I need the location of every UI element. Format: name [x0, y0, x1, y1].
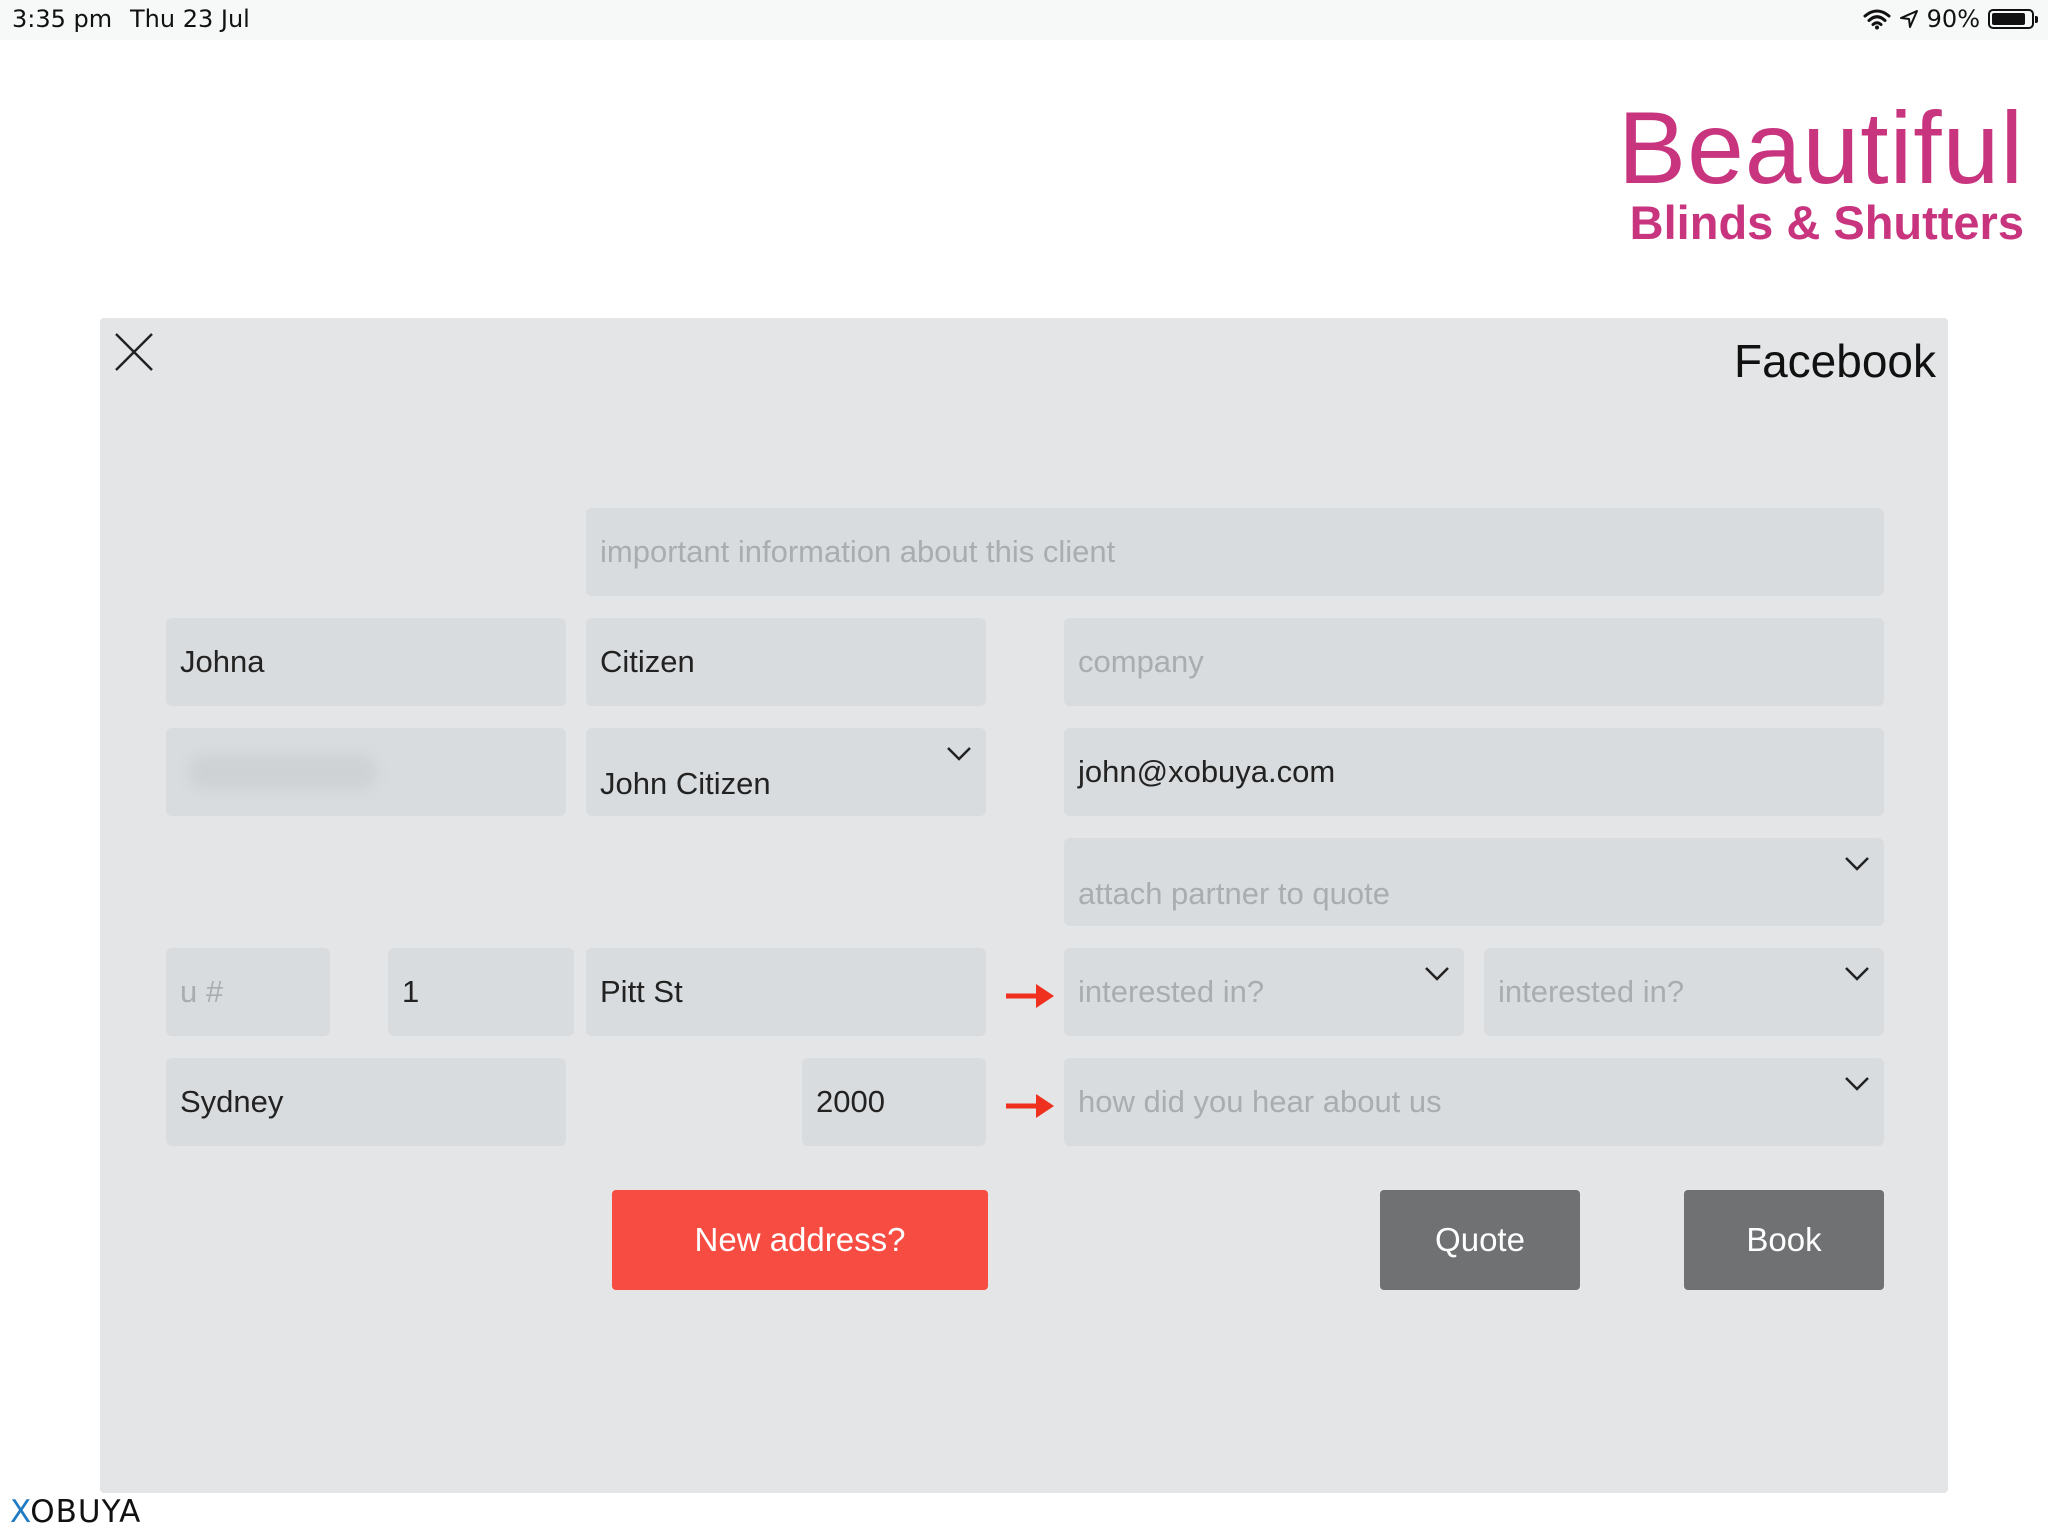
red-arrow-icon: [1006, 1094, 1054, 1118]
contact-name-value: John Citizen: [600, 766, 771, 801]
status-right: 90%: [1863, 5, 2038, 33]
street-name-value: Pitt St: [600, 974, 683, 1009]
footer-brand-x: X: [10, 1494, 31, 1530]
battery-icon: [1988, 9, 2038, 29]
wifi-icon: [1863, 9, 1891, 30]
footer-brand: XOBUYA: [10, 1494, 141, 1530]
location-arrow-icon: [1899, 10, 1918, 28]
last-name-value: Citizen: [600, 644, 695, 679]
attach-partner-placeholder: attach partner to quote: [1078, 876, 1390, 911]
suburb-field[interactable]: Sydney: [166, 1058, 566, 1146]
client-notes-field[interactable]: [586, 508, 1884, 596]
status-time: 3:35 pm: [12, 5, 113, 33]
street-name-field[interactable]: Pitt St: [586, 948, 986, 1036]
brand-logo: Beautiful Blinds & Shutters: [1618, 91, 2024, 250]
status-date: Thu 23 Jul: [130, 5, 250, 33]
close-button[interactable]: [112, 330, 156, 374]
chevron-down-icon: [1845, 1077, 1869, 1091]
lead-source-label: Facebook: [1733, 335, 1936, 387]
footer-brand-rest: OBUYA: [30, 1494, 142, 1530]
company-input[interactable]: [1078, 644, 1870, 680]
interested-in-select-2[interactable]: interested in?: [1484, 948, 1884, 1036]
unit-number-input[interactable]: [180, 974, 316, 1010]
book-button[interactable]: Book: [1684, 1190, 1884, 1290]
first-name-field[interactable]: Johna: [166, 618, 566, 706]
chevron-down-icon: [1425, 967, 1449, 981]
red-arrow-icon: [1006, 984, 1054, 1008]
suburb-value: Sydney: [180, 1084, 284, 1119]
chevron-down-icon: [1845, 857, 1869, 871]
how-did-you-hear-placeholder: how did you hear about us: [1078, 1084, 1442, 1119]
last-name-field[interactable]: Citizen: [586, 618, 986, 706]
unit-number-field[interactable]: [166, 948, 330, 1036]
brand-logo-line2: Blinds & Shutters: [1629, 196, 2024, 249]
postcode-field[interactable]: 2000: [802, 1058, 986, 1146]
interested-in-placeholder-2: interested in?: [1498, 974, 1685, 1009]
email-field[interactable]: john@xobuya.com: [1064, 728, 1884, 816]
interested-in-placeholder-1: interested in?: [1078, 974, 1265, 1009]
email-value: john@xobuya.com: [1078, 754, 1336, 789]
interested-in-select-1[interactable]: interested in?: [1064, 948, 1464, 1036]
postcode-value: 2000: [816, 1084, 885, 1119]
phone-redacted-value: [188, 754, 378, 790]
phone-field[interactable]: [166, 728, 566, 816]
status-bar: 3:35 pm Thu 23 Jul 90%: [0, 0, 2048, 40]
new-address-button[interactable]: New address?: [612, 1190, 988, 1290]
chevron-down-icon: [1845, 967, 1869, 981]
how-did-you-hear-select[interactable]: how did you hear about us: [1064, 1058, 1884, 1146]
street-number-field[interactable]: 1: [388, 948, 574, 1036]
client-form-panel: Facebook Johna Citizen John Citizen john…: [100, 318, 1948, 1493]
close-icon: [115, 333, 153, 371]
company-field[interactable]: [1064, 618, 1884, 706]
chevron-down-icon: [947, 747, 971, 761]
first-name-value: Johna: [180, 644, 265, 679]
brand-logo-line1: Beautiful: [1618, 91, 2024, 205]
attach-partner-select[interactable]: attach partner to quote: [1064, 838, 1884, 926]
street-number-value: 1: [402, 974, 420, 1009]
quote-button[interactable]: Quote: [1380, 1190, 1580, 1290]
battery-percent: 90%: [1926, 5, 1980, 33]
contact-name-select[interactable]: John Citizen: [586, 728, 986, 816]
client-notes-input[interactable]: [600, 534, 1870, 570]
